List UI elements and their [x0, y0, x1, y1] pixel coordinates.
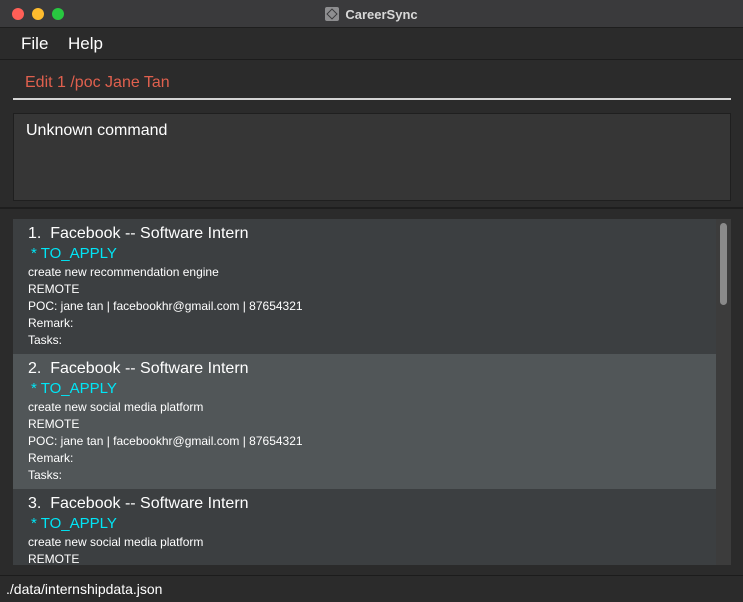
- internship-card-2[interactable]: 2. Facebook -- Software Intern * TO_APPL…: [13, 354, 716, 489]
- internship-location: REMOTE: [28, 552, 80, 565]
- internship-location: REMOTE: [28, 282, 80, 296]
- internship-description: create new social media platform: [28, 535, 204, 549]
- command-input[interactable]: [13, 68, 731, 100]
- result-display: Unknown command: [13, 113, 731, 201]
- internship-list[interactable]: 1. Facebook -- Software Intern * TO_APPL…: [13, 219, 731, 565]
- internship-title: 1. Facebook -- Software Intern: [28, 225, 249, 242]
- internship-tasks: Tasks:: [28, 468, 63, 482]
- window-title: CareerSync: [345, 6, 418, 22]
- command-box: [0, 60, 743, 108]
- internship-card-1[interactable]: 1. Facebook -- Software Intern * TO_APPL…: [13, 219, 716, 354]
- menu-help[interactable]: Help: [68, 34, 103, 54]
- title-bar: CareerSync: [0, 0, 743, 28]
- internship-poc: POC: jane tan | facebookhr@gmail.com | 8…: [28, 434, 303, 448]
- internship-status: * TO_APPLY: [31, 380, 117, 397]
- result-message: Unknown command: [26, 122, 168, 139]
- scrollbar[interactable]: [716, 219, 731, 565]
- internship-status: * TO_APPLY: [31, 515, 117, 532]
- menu-bar: File Help: [0, 28, 743, 60]
- internship-description: create new social media platform: [28, 400, 204, 414]
- window-title-group: CareerSync: [0, 0, 743, 28]
- internship-description: create new recommendation engine: [28, 265, 219, 279]
- app-window: CareerSync File Help Unknown command 1. …: [0, 0, 743, 602]
- menu-file[interactable]: File: [21, 34, 48, 54]
- internship-tasks: Tasks:: [28, 333, 63, 347]
- status-bar: ./data/internshipdata.json: [0, 575, 743, 602]
- internship-location: REMOTE: [28, 417, 80, 431]
- divider: [0, 207, 743, 209]
- data-file-path: ./data/internshipdata.json: [6, 581, 163, 597]
- internship-title: 2. Facebook -- Software Intern: [28, 360, 249, 377]
- internship-poc: POC: jane tan | facebookhr@gmail.com | 8…: [28, 299, 303, 313]
- app-icon: [325, 7, 340, 21]
- internship-remark: Remark:: [28, 316, 74, 330]
- internship-title: 3. Facebook -- Software Intern: [28, 495, 249, 512]
- scrollbar-thumb[interactable]: [720, 223, 727, 305]
- internship-status: * TO_APPLY: [31, 245, 117, 262]
- internship-remark: Remark:: [28, 451, 74, 465]
- internship-card-3[interactable]: 3. Facebook -- Software Intern * TO_APPL…: [13, 489, 716, 565]
